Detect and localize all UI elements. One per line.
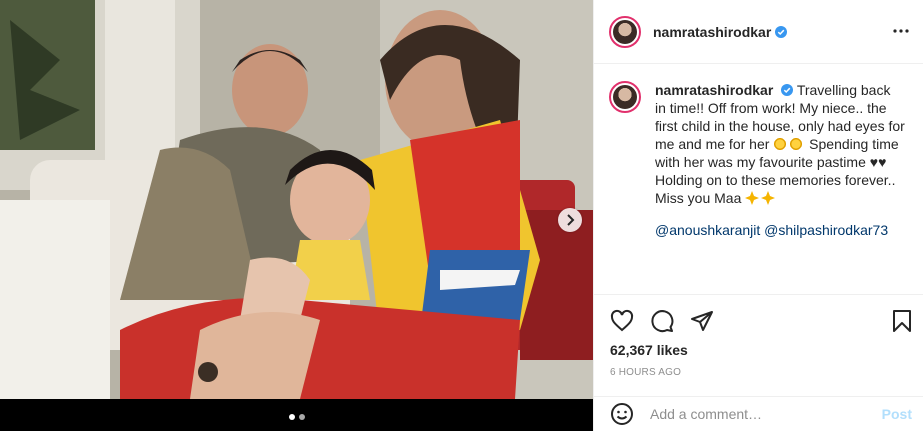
carousel-indicator [0, 414, 593, 420]
fairy-emoji-icon [761, 191, 776, 205]
comment-bubble-icon[interactable] [650, 309, 674, 333]
verified-badge-icon [781, 84, 794, 96]
post-photo [0, 0, 593, 399]
post-timestamp[interactable]: 6 HOURS AGO [610, 367, 681, 378]
comment-bar: Post [594, 396, 923, 431]
chevron-right-icon [567, 214, 575, 226]
post-header: namratashirodkar [594, 0, 923, 64]
caption-section: namratashirodkar Travelling back in time… [594, 65, 923, 295]
avatar[interactable] [609, 15, 641, 48]
heart-icon[interactable] [610, 309, 634, 333]
hearts-text: ♥♥ [869, 154, 887, 170]
star-eyes-emoji-icon [789, 137, 804, 151]
comment-input[interactable] [648, 405, 882, 423]
avatar[interactable] [609, 81, 641, 113]
paper-plane-icon[interactable] [690, 309, 714, 333]
more-horizontal-icon[interactable] [892, 22, 910, 40]
star-eyes-emoji-icon [773, 137, 788, 151]
mentions-line: @anoushkaranjit @shilpashirodkar73 [655, 221, 905, 239]
mention-link[interactable]: @anoushkaranjit [655, 222, 760, 238]
carousel-dot [298, 414, 305, 420]
bookmark-icon[interactable] [890, 309, 914, 333]
carousel-dot [288, 414, 295, 420]
verified-badge-icon [775, 25, 788, 38]
caption-text: namratashirodkar Travelling back in time… [655, 81, 905, 294]
header-username[interactable]: namratashirodkar [653, 24, 771, 40]
post-media [0, 0, 593, 431]
post-side-panel: namratashirodkar namratashirodkar Travel… [593, 0, 923, 431]
mention-link[interactable]: @shilpashirodkar73 [764, 222, 888, 238]
likes-count[interactable]: 62,367 likes [610, 342, 688, 358]
smiley-icon[interactable] [610, 402, 634, 426]
fairy-emoji-icon [745, 191, 760, 205]
next-media-button[interactable] [558, 208, 582, 232]
action-bar [594, 301, 923, 341]
caption-username[interactable]: namratashirodkar [655, 82, 773, 98]
post-comment-button[interactable]: Post [882, 406, 912, 422]
